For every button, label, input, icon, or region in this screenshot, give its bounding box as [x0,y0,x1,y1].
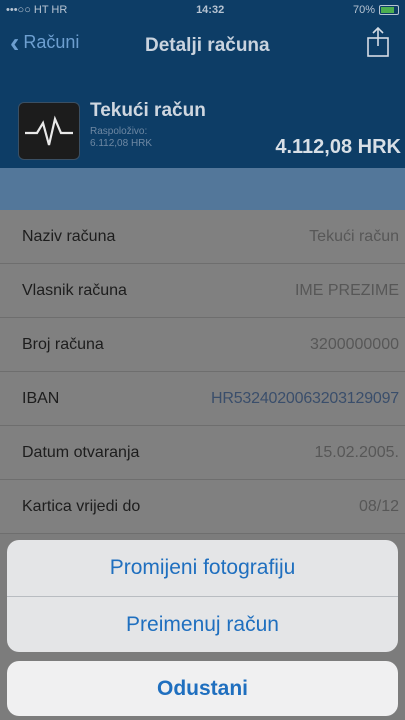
status-bar: •••○○ HT HR 14:32 70% [0,0,405,20]
detail-value: 3200000000 [310,335,399,353]
page-title: Detalji računa [145,35,270,56]
available-label: Raspoloživo: [90,126,148,137]
status-time: 14:32 [196,4,225,16]
navigation-bar: ‹ Računi Detalji računa [0,20,405,82]
carrier-label: •••○○ HT HR [6,4,68,16]
heartbeat-icon [25,115,73,146]
change-photo-button[interactable]: Promijeni fotografiju [7,540,398,596]
account-name: Tekući račun [90,100,206,121]
detail-row-iban: IBAN HR5324020063203129097 [0,372,405,426]
detail-value: HR5324020063203129097 [211,389,399,407]
detail-row-owner: Vlasnik računa IME PREZIME [0,264,405,318]
detail-row-opened: Datum otvaranja 15.02.2005. [0,426,405,480]
detail-value: 15.02.2005. [314,443,399,461]
account-logo[interactable] [18,102,80,160]
battery-percent: 70% [352,4,375,16]
detail-label: Naziv računa [22,227,116,245]
account-header: Tekući račun Raspoloživo: 6.112,08 HRK 4… [0,82,405,168]
section-band [0,168,405,210]
detail-row-card-expiry: Kartica vrijedi do 08/12 [0,480,405,534]
share-icon[interactable] [365,26,391,58]
detail-row-name: Naziv računa Tekući račun [0,210,405,264]
chevron-left-icon: ‹ [10,26,20,58]
back-button[interactable]: ‹ Računi [10,26,80,58]
detail-value: IME PREZIME [294,281,399,299]
account-balance: 4.112,08 HRK [275,136,401,158]
cancel-button[interactable]: Odustani [7,661,398,716]
detail-label: IBAN [22,389,60,407]
action-sheet: Promijeni fotografiju Preimenuj račun [7,540,398,652]
detail-row-number: Broj računa 3200000000 [0,318,405,372]
available-value: 6.112,08 HRK [90,138,153,149]
detail-value: Tekući račun [309,227,399,245]
back-label: Računi [23,32,80,52]
detail-label: Vlasnik računa [22,281,127,299]
details-list: Naziv računa Tekući račun Vlasnik računa… [0,210,405,534]
battery-icon [378,5,399,15]
detail-value: 08/12 [358,497,399,515]
detail-label: Datum otvaranja [22,443,140,461]
status-right: 70% [353,4,399,16]
detail-label: Broj računa [22,335,104,353]
rename-account-button[interactable]: Preimenuj račun [7,596,398,652]
detail-label: Kartica vrijedi do [22,497,141,515]
